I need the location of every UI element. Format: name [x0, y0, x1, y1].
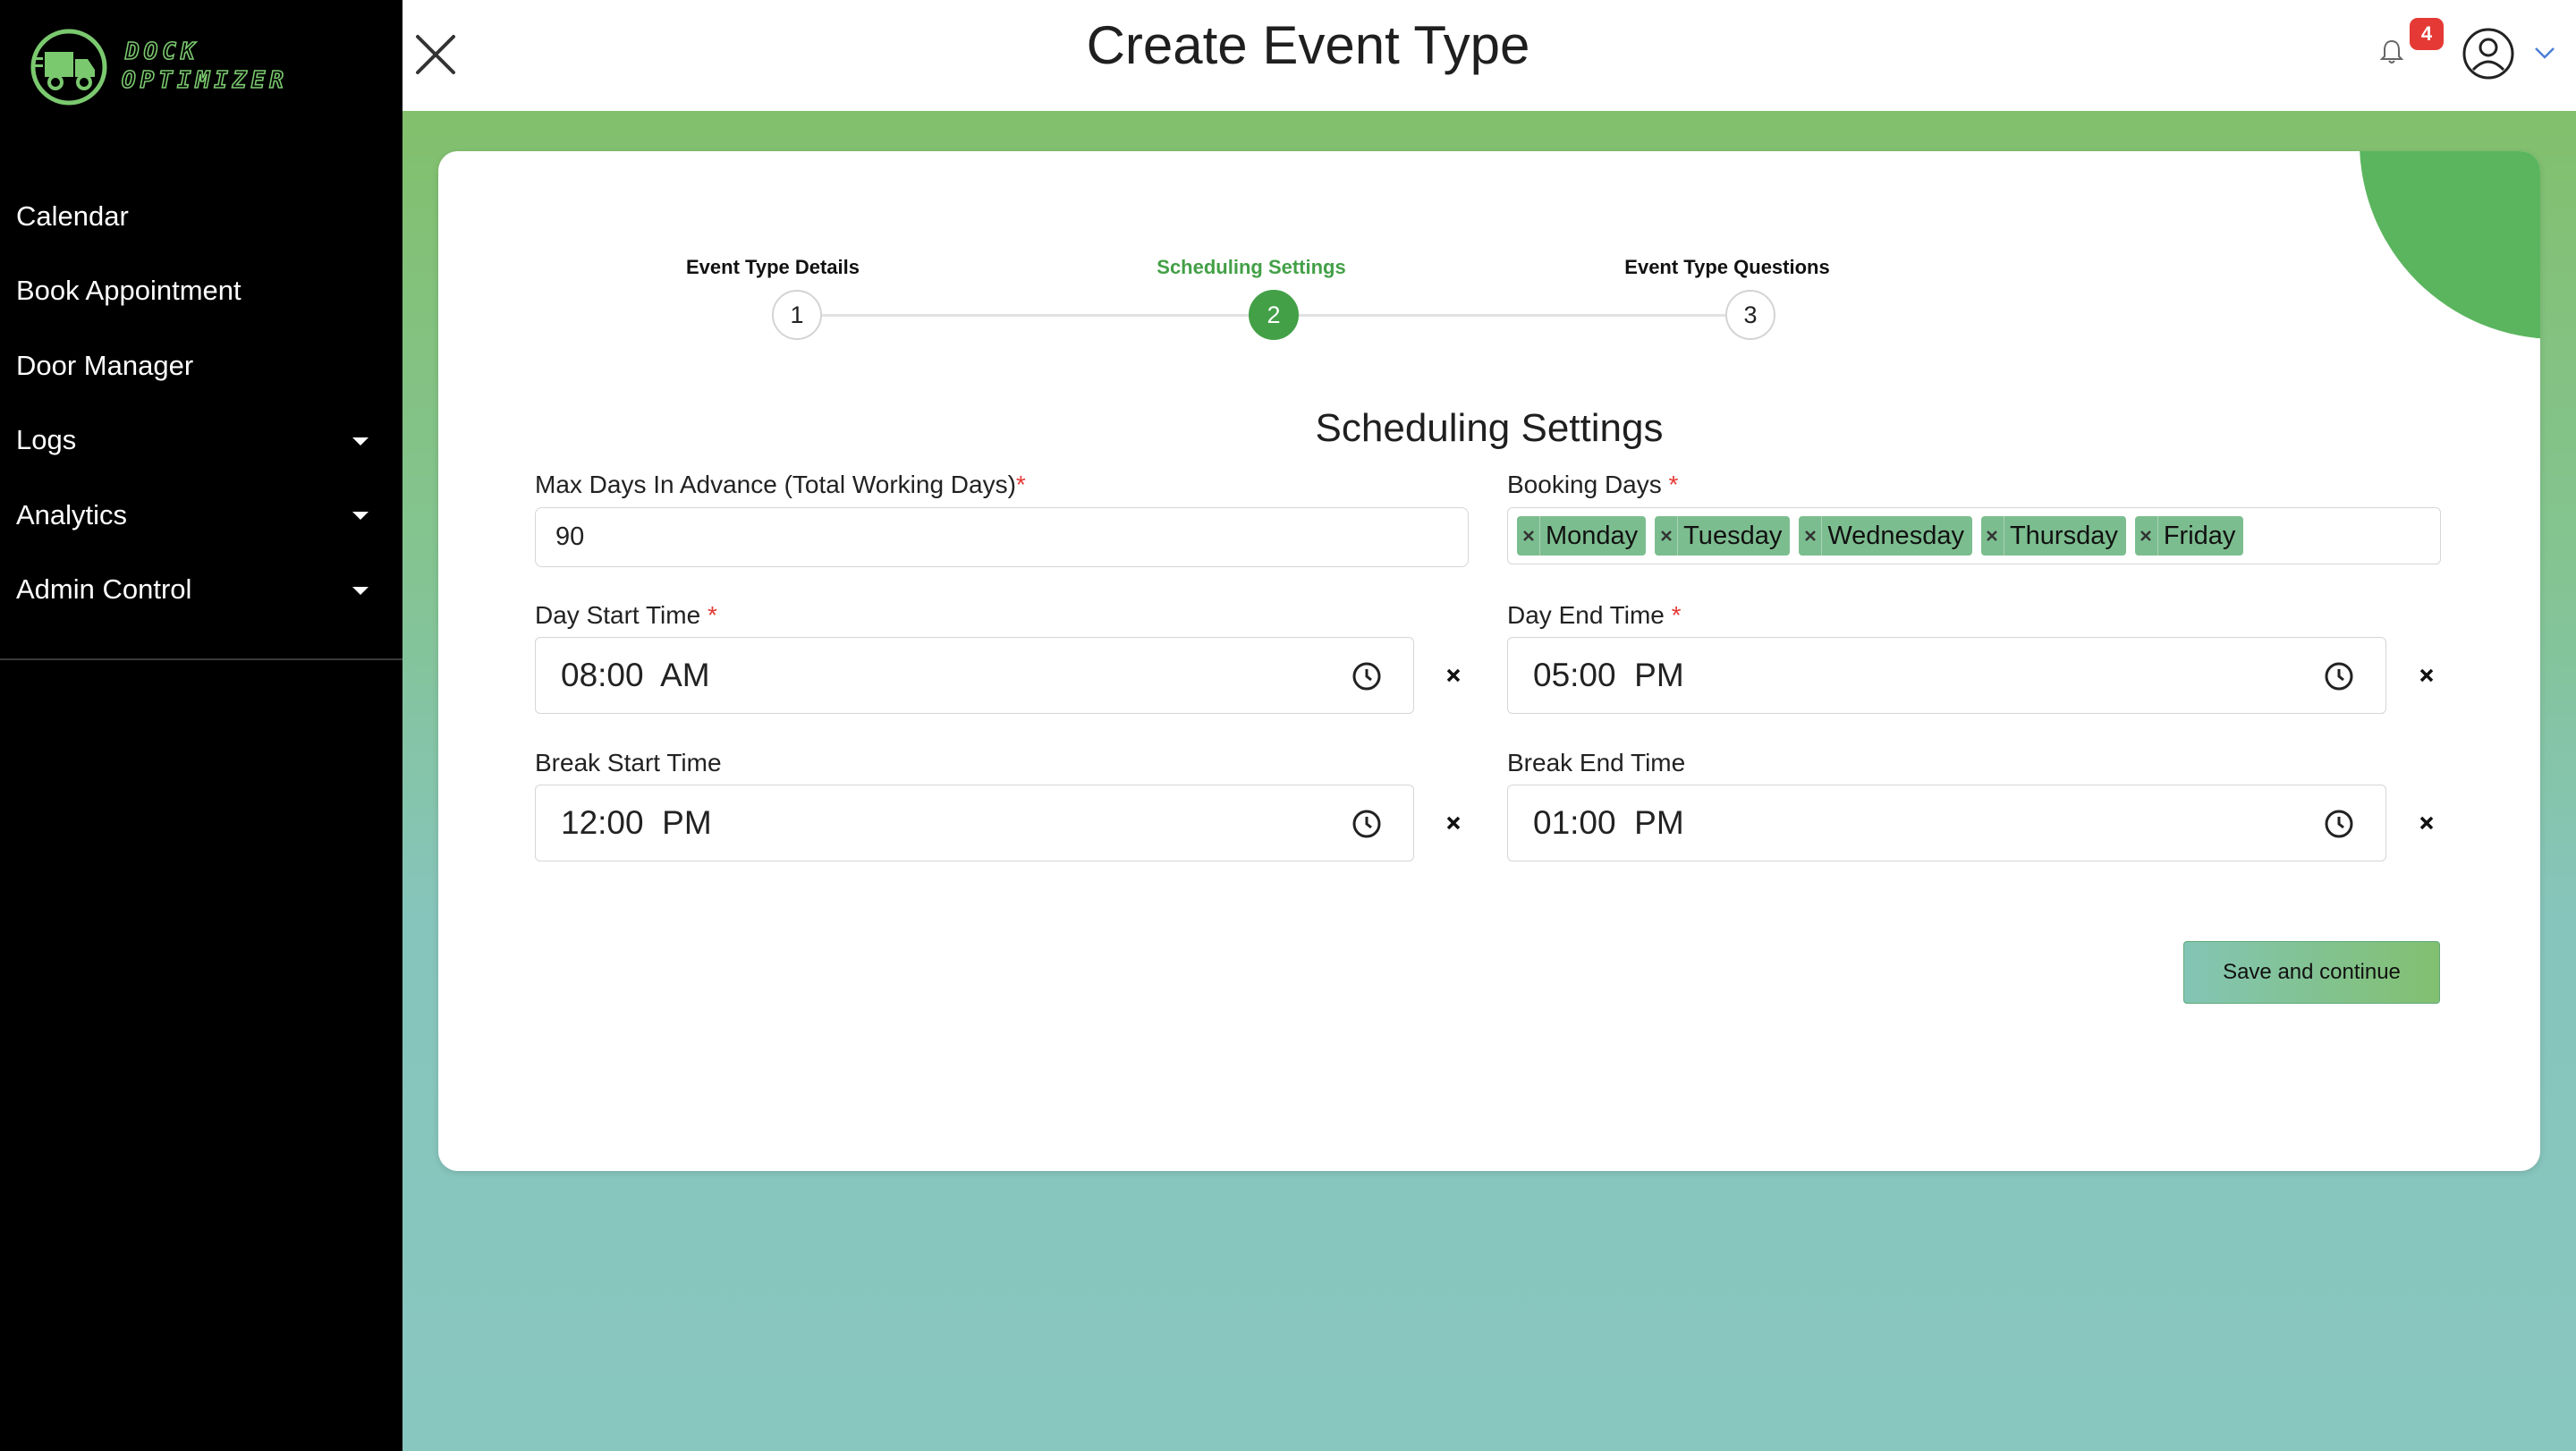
decorative-corner-circle [2360, 151, 2540, 339]
booking-days-label: Booking Days * [1507, 471, 1678, 499]
clear-day-end-icon[interactable] [2411, 659, 2443, 692]
dock-optimizer-logo[interactable]: DOCK OPTIMIZER [29, 27, 306, 107]
sidebar-item-label: Analytics [16, 498, 128, 530]
day-end-value: 05:00 PM [1533, 657, 1684, 693]
break-start-label: Break Start Time [535, 749, 722, 776]
remove-tag-icon[interactable] [1799, 516, 1823, 556]
day-start-label-text: Day Start Time [535, 601, 701, 629]
tag-label: Friday [2163, 521, 2236, 550]
break-start-value: 12:00 PM [561, 804, 712, 841]
step-label-scheduling-settings[interactable]: Scheduling Settings [1157, 256, 1345, 279]
step-label-event-type-questions[interactable]: Event Type Questions [1624, 256, 1829, 279]
truck-logo-icon [30, 29, 107, 106]
tag-thursday: Thursday [1980, 516, 2126, 556]
caret-down-icon [352, 586, 369, 595]
required-asterisk: * [1015, 471, 1026, 498]
sidebar-item-admin-control[interactable]: Admin Control [0, 553, 402, 628]
remove-tag-icon[interactable] [1517, 516, 1540, 556]
step-3-circle[interactable]: 3 [1725, 290, 1775, 340]
tag-wednesday: Wednesday [1799, 516, 1972, 556]
section-title: Scheduling Settings [1315, 406, 1664, 450]
sidebar-nav: Calendar Book Appointment Door Manager L… [0, 179, 402, 627]
sidebar-item-analytics[interactable]: Analytics [0, 478, 402, 553]
clear-break-start-icon[interactable] [1437, 807, 1470, 839]
clock-icon[interactable] [2323, 808, 2355, 840]
tag-tuesday: Tuesday [1655, 516, 1791, 556]
day-end-time-input[interactable]: 05:00 PM [1507, 637, 2386, 714]
form-card: Event Type Details Scheduling Settings E… [438, 151, 2540, 1171]
sidebar-item-label: Calendar [16, 199, 129, 232]
sidebar-divider [0, 658, 402, 660]
remove-tag-icon[interactable] [1981, 516, 2004, 556]
sidebar-item-label: Door Manager [16, 349, 194, 381]
step-label-event-type-details[interactable]: Event Type Details [686, 256, 860, 279]
clear-day-start-icon[interactable] [1437, 659, 1470, 692]
max-days-label-text: Max Days In Advance (Total Working Days) [535, 471, 1016, 498]
required-asterisk: * [1668, 471, 1679, 498]
max-days-value: 90 [555, 522, 585, 551]
logo-wordmark: DOCK OPTIMIZER [121, 38, 288, 95]
clock-icon[interactable] [1351, 808, 1383, 840]
tag-friday: Friday [2134, 516, 2244, 556]
booking-days-label-text: Booking Days [1507, 471, 1662, 498]
booking-days-multiselect[interactable]: Monday Tuesday Wednesday Thursday Friday [1507, 507, 2441, 564]
day-start-value: 08:00 AM [561, 657, 710, 693]
required-asterisk: * [707, 601, 717, 629]
save-and-continue-button[interactable]: Save and continue [2183, 941, 2440, 1004]
max-days-label: Max Days In Advance (Total Working Days)… [535, 471, 1026, 499]
tag-label: Tuesday [1683, 521, 1783, 550]
max-days-input[interactable]: 90 [535, 507, 1469, 567]
break-end-label: Break End Time [1507, 749, 1686, 776]
bell-icon[interactable] [2377, 38, 2406, 66]
clock-icon[interactable] [1351, 660, 1383, 692]
clear-break-end-icon[interactable] [2411, 807, 2443, 839]
sidebar-item-book-appointment[interactable]: Book Appointment [0, 254, 402, 329]
tag-label: Monday [1546, 521, 1639, 550]
clock-icon[interactable] [2323, 660, 2355, 692]
sidebar-item-calendar[interactable]: Calendar [0, 179, 402, 254]
required-asterisk: * [1671, 601, 1682, 629]
step-2-circle[interactable]: 2 [1249, 290, 1299, 340]
day-start-label: Day Start Time * [535, 601, 717, 630]
chevron-down-icon[interactable] [2533, 45, 2556, 61]
sidebar-item-door-manager[interactable]: Door Manager [0, 328, 402, 403]
top-header: Create Event Type 4 [402, 0, 2576, 111]
logo-text-line1: DOCK [124, 38, 199, 66]
sidebar-item-logs[interactable]: Logs [0, 403, 402, 479]
day-start-time-input[interactable]: 08:00 AM [535, 637, 1414, 714]
break-start-time-input[interactable]: 12:00 PM [535, 785, 1414, 861]
caret-down-icon [352, 437, 369, 445]
remove-tag-icon[interactable] [1655, 516, 1679, 556]
sidebar: DOCK OPTIMIZER Calendar Book Appointment… [0, 0, 402, 1451]
tag-label: Wednesday [1827, 521, 1964, 550]
tag-monday: Monday [1517, 516, 1647, 556]
user-avatar-icon[interactable] [2462, 27, 2515, 81]
tag-label: Thursday [2009, 521, 2118, 550]
page-title: Create Event Type [1086, 15, 1530, 75]
sidebar-item-label: Admin Control [16, 573, 192, 606]
caret-down-icon [352, 512, 369, 520]
logo-text-line2: OPTIMIZER [121, 66, 288, 95]
step-1-circle[interactable]: 1 [772, 290, 822, 340]
main-content: Event Type Details Scheduling Settings E… [402, 111, 2576, 1451]
remove-tag-icon[interactable] [2135, 516, 2158, 556]
sidebar-item-label: Logs [16, 424, 77, 456]
notification-badge: 4 [2410, 18, 2444, 50]
break-end-value: 01:00 PM [1533, 804, 1684, 841]
sidebar-item-label: Book Appointment [16, 275, 242, 307]
day-end-label-text: Day End Time [1507, 601, 1665, 629]
day-end-label: Day End Time * [1507, 601, 1682, 630]
break-end-time-input[interactable]: 01:00 PM [1507, 785, 2386, 861]
